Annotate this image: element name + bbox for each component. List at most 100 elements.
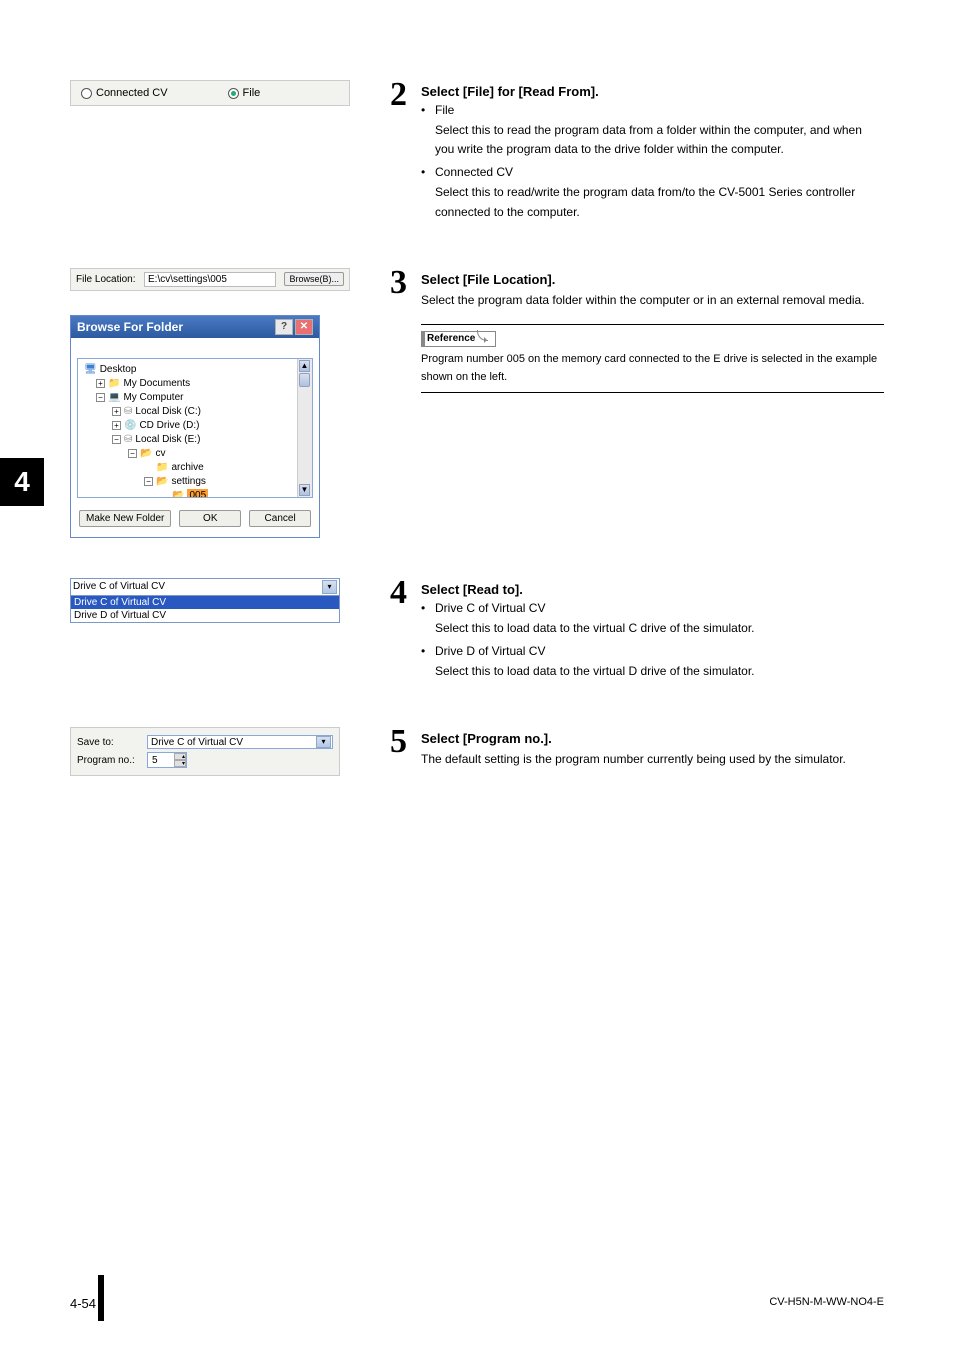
program-no-label: Program no.:: [77, 755, 137, 766]
radio-icon-unchecked: [81, 88, 92, 99]
read-from-radio-panel: Connected CV File: [70, 80, 350, 106]
dialog-title: Browse For Folder: [77, 320, 183, 334]
make-new-folder-button[interactable]: Make New Folder: [79, 510, 171, 527]
scroll-up-icon[interactable]: ▲: [299, 360, 310, 372]
page-number: 4-54: [70, 1296, 96, 1311]
bullet-cv-desc: Select this to read/write the program da…: [435, 183, 884, 221]
bullet-cv-name: Connected CV: [435, 165, 884, 179]
collapse-icon[interactable]: −: [128, 449, 137, 458]
step-5-row: Save to: Drive C of Virtual CV ▾ Program…: [70, 727, 884, 776]
scroll-down-icon[interactable]: ▼: [299, 484, 310, 496]
tree-drive-c[interactable]: Local Disk (C:): [135, 405, 201, 419]
tree-settings[interactable]: settings: [171, 475, 205, 489]
browse-button[interactable]: Browse(B)...: [284, 272, 344, 286]
expand-icon[interactable]: +: [96, 379, 105, 388]
folder-icon: 📁: [108, 377, 120, 391]
reference-arrow-icon: [477, 332, 491, 346]
step-3-desc: Select the program data folder within th…: [421, 291, 884, 310]
radio-icon-checked: [228, 88, 239, 99]
dropdown-current: Drive C of Virtual CV: [73, 581, 165, 592]
dropdown-option-drive-c[interactable]: Drive C of Virtual CV: [71, 596, 339, 609]
tree-cv[interactable]: cv: [155, 447, 165, 461]
folder-tree[interactable]: 🖥 Desktop +📁 My Documents −💻 My Computer…: [77, 358, 313, 498]
reference-box: Reference Program number 005 on the memo…: [421, 324, 884, 393]
reference-label: Reference: [421, 331, 496, 347]
dropdown-option-drive-d[interactable]: Drive D of Virtual CV: [71, 609, 339, 622]
scroll-thumb[interactable]: [299, 373, 310, 387]
spin-down-icon[interactable]: ▾: [174, 760, 186, 767]
file-location-input[interactable]: E:\cv\settings\005: [144, 272, 276, 287]
expand-icon[interactable]: +: [112, 407, 121, 416]
bullet-drive-c-desc: Select this to load data to the virtual …: [435, 619, 884, 638]
bullet-dot: •: [421, 103, 435, 117]
tree-drive-e[interactable]: Local Disk (E:): [135, 433, 200, 447]
bullet-file-name: File: [435, 103, 884, 117]
save-to-select[interactable]: Drive C of Virtual CV ▾: [147, 735, 333, 749]
browse-folder-dialog: Browse For Folder ? ✕ 🖥 Desktop +📁 My Do…: [70, 315, 320, 538]
save-to-value: Drive C of Virtual CV: [151, 737, 243, 748]
reference-text: Program number 005 on the memory card co…: [421, 351, 884, 386]
chevron-down-icon[interactable]: ▾: [316, 736, 331, 748]
folder-open-icon: 📂: [156, 475, 168, 489]
drive-icon: ⛁: [124, 405, 132, 419]
step-3-row: File Location: E:\cv\settings\005 Browse…: [70, 268, 884, 538]
expand-icon[interactable]: +: [112, 421, 121, 430]
read-to-dropdown[interactable]: Drive C of Virtual CV ▾ Drive C of Virtu…: [70, 578, 340, 623]
radio-connected-cv[interactable]: Connected CV: [81, 87, 168, 99]
program-no-value: 5: [152, 755, 158, 766]
tree-scrollbar[interactable]: ▲ ▼: [297, 359, 312, 497]
step-number-3: 3: [390, 268, 407, 538]
file-location-row: File Location: E:\cv\settings\005 Browse…: [70, 268, 350, 291]
bullet-dot: •: [421, 644, 435, 658]
folder-icon: 📁: [156, 461, 168, 475]
step-3-title: Select [File Location].: [421, 272, 884, 287]
help-icon[interactable]: ?: [275, 319, 293, 335]
chevron-down-icon[interactable]: ▾: [322, 580, 337, 594]
tree-desktop[interactable]: Desktop: [100, 363, 137, 377]
bullet-drive-c-name: Drive C of Virtual CV: [435, 601, 884, 615]
step-number-2: 2: [390, 80, 407, 228]
step-2-title: Select [File] for [Read From].: [421, 84, 884, 99]
save-to-panel: Save to: Drive C of Virtual CV ▾ Program…: [70, 727, 340, 776]
cd-icon: 💿: [124, 419, 136, 433]
tree-mydocs[interactable]: My Documents: [123, 377, 190, 391]
step-number-5: 5: [390, 727, 407, 776]
collapse-icon[interactable]: −: [144, 477, 153, 486]
footer-bar-icon: [98, 1275, 104, 1321]
tree-drive-d[interactable]: CD Drive (D:): [139, 419, 199, 433]
radio-label-connected-cv: Connected CV: [96, 87, 168, 99]
collapse-icon[interactable]: −: [112, 435, 121, 444]
tree-mycomp[interactable]: My Computer: [123, 391, 183, 405]
save-to-label: Save to:: [77, 737, 137, 748]
bullet-drive-d-name: Drive D of Virtual CV: [435, 644, 884, 658]
doc-id: CV-H5N-M-WW-NO4-E: [769, 1296, 884, 1311]
step-4-title: Select [Read to].: [421, 582, 884, 597]
program-no-spinner[interactable]: 5 ▴ ▾: [147, 752, 187, 768]
bullet-dot: •: [421, 165, 435, 179]
tree-selected-005[interactable]: 005: [187, 489, 208, 498]
page-footer: 4-54 CV-H5N-M-WW-NO4-E: [70, 1296, 884, 1311]
radio-file[interactable]: File: [228, 87, 261, 99]
drive-icon: ⛁: [124, 433, 132, 447]
spin-up-icon[interactable]: ▴: [174, 753, 186, 760]
bullet-dot: •: [421, 601, 435, 615]
ok-button[interactable]: OK: [179, 510, 241, 527]
close-icon[interactable]: ✕: [295, 319, 313, 335]
step-5-title: Select [Program no.].: [421, 731, 884, 746]
desktop-icon: 🖥: [84, 363, 97, 377]
folder-open-icon: 📂: [172, 489, 184, 498]
bullet-drive-d-desc: Select this to load data to the virtual …: [435, 662, 884, 681]
step-4-row: Drive C of Virtual CV ▾ Drive C of Virtu…: [70, 578, 884, 687]
collapse-icon[interactable]: −: [96, 393, 105, 402]
cancel-button[interactable]: Cancel: [249, 510, 311, 527]
step-2-row: Connected CV File 2 Select [File] for [R…: [70, 80, 884, 228]
file-location-label: File Location:: [76, 274, 136, 285]
radio-label-file: File: [243, 87, 261, 99]
computer-icon: 💻: [108, 391, 120, 405]
dialog-titlebar: Browse For Folder ? ✕: [71, 316, 319, 338]
step-5-desc: The default setting is the program numbe…: [421, 750, 884, 769]
bullet-file-desc: Select this to read the program data fro…: [435, 121, 884, 159]
folder-open-icon: 📂: [140, 447, 152, 461]
step-number-4: 4: [390, 578, 407, 687]
tree-archive[interactable]: archive: [171, 461, 203, 475]
